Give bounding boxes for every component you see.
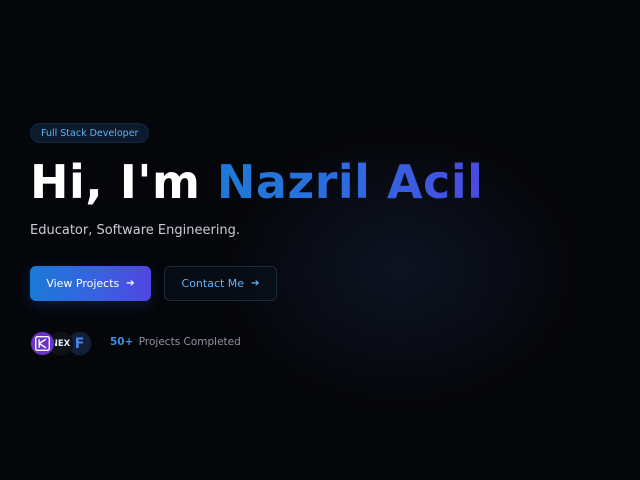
arrow-right-icon: ➔: [251, 277, 260, 289]
arrow-right-icon: ➔: [126, 277, 135, 289]
role-badge-label: Full Stack Developer: [41, 128, 139, 139]
hero-section: Full Stack Developer Hi, I'm Nazril Acil…: [0, 0, 640, 480]
kotlin-logo-icon: [30, 331, 55, 356]
view-projects-button[interactable]: View Projects ➔: [30, 266, 151, 301]
projects-stat: 50+ Projects Completed: [110, 336, 241, 348]
hero-subtitle: Educator, Software Engineering.: [30, 223, 241, 238]
contact-me-button[interactable]: Contact Me ➔: [164, 266, 277, 301]
hero-name: Nazril Acil: [216, 155, 484, 209]
role-badge: Full Stack Developer: [30, 123, 150, 143]
hero-heading: Hi, I'm Nazril Acil: [30, 154, 483, 210]
tech-avatar-group: NEX F: [30, 331, 92, 356]
projects-label: Projects Completed: [138, 336, 241, 348]
projects-count: 50+: [110, 336, 134, 348]
view-projects-label: View Projects: [46, 277, 120, 290]
contact-me-label: Contact Me: [181, 277, 245, 290]
hero-greeting: Hi, I'm: [30, 155, 201, 209]
